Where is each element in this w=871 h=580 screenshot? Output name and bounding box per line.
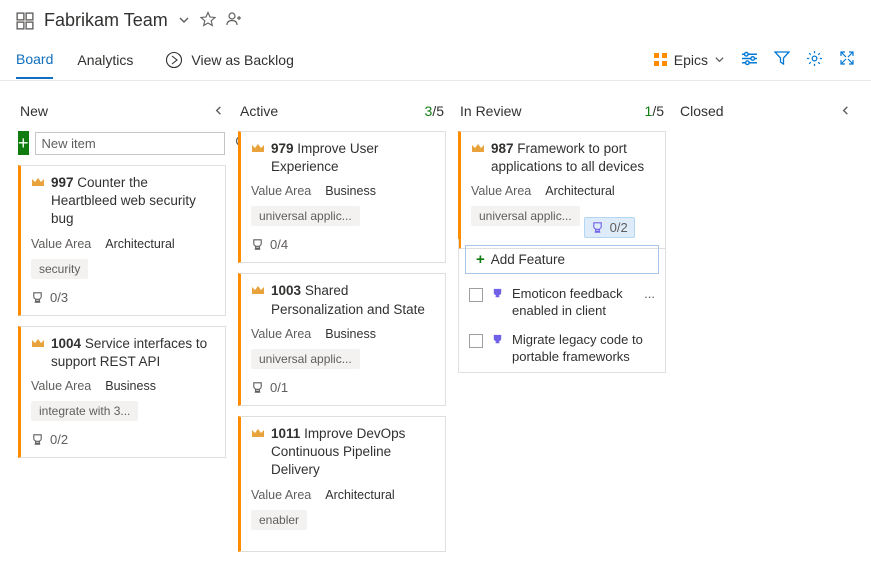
team-members-icon[interactable]: [226, 11, 244, 30]
collapse-column-icon[interactable]: [213, 103, 224, 119]
collapse-column-icon[interactable]: [840, 103, 851, 119]
tag[interactable]: universal applic...: [251, 206, 360, 226]
epic-crown-icon: [251, 141, 265, 176]
child-count[interactable]: 0/4: [251, 237, 435, 252]
tag[interactable]: enabler: [251, 510, 307, 530]
child-title: Emoticon feedback enabled in client: [512, 286, 636, 320]
card-id: 979: [271, 141, 294, 156]
card-997[interactable]: 997 Counter the Heartbleed web security …: [18, 165, 226, 316]
card-1011[interactable]: 1011 Improve DevOps Continuous Pipeline …: [238, 416, 446, 552]
child-count-expanded[interactable]: 0/2: [584, 217, 635, 238]
column-active: Active 3/5 979 Improve User Experience V…: [232, 99, 452, 563]
epic-crown-icon: [31, 336, 45, 371]
value-area-label: Value Area: [471, 184, 531, 198]
value-area-label: Value Area: [31, 237, 91, 251]
value-area: Business: [325, 327, 376, 341]
new-item-button[interactable]: +: [18, 131, 29, 155]
child-items-panel: + Add Feature Emoticon feedback enabled …: [458, 239, 666, 373]
value-area-label: Value Area: [251, 327, 311, 341]
column-new: New + 997 Counter the Heartbleed web sec…: [12, 99, 232, 563]
value-area-label: Value Area: [251, 184, 311, 198]
view-as-backlog-button[interactable]: View as Backlog: [165, 51, 293, 69]
column-in-review: In Review 1/5 987 Framework to port appl…: [452, 99, 672, 563]
value-area: Architectural: [105, 237, 174, 251]
value-area: Business: [105, 379, 156, 393]
card-id: 987: [491, 141, 514, 156]
filter-icon[interactable]: [774, 50, 790, 69]
favorite-star-icon[interactable]: [200, 11, 216, 30]
child-count[interactable]: 0/1: [251, 380, 435, 395]
card-id: 1011: [271, 426, 300, 441]
column-title: Closed: [680, 103, 724, 119]
team-dropdown-icon[interactable]: [178, 13, 190, 29]
value-area-label: Value Area: [31, 379, 91, 393]
wip-count: 3/5: [425, 103, 444, 119]
tag[interactable]: universal applic...: [251, 349, 360, 369]
value-area: Architectural: [325, 488, 394, 502]
epic-crown-icon: [471, 141, 485, 176]
gear-icon[interactable]: [806, 50, 823, 70]
new-item-input[interactable]: [35, 132, 225, 155]
card-id: 1003: [271, 283, 301, 298]
epics-label: Epics: [674, 52, 708, 68]
feature-trophy-icon: [491, 287, 504, 303]
team-title[interactable]: Fabrikam Team: [44, 10, 168, 31]
child-item[interactable]: Emoticon feedback enabled in client ...: [459, 280, 665, 326]
column-title: Active: [240, 103, 278, 119]
epics-selector[interactable]: Epics: [653, 52, 725, 68]
kanban-board: New + 997 Counter the Heartbleed web sec…: [0, 81, 871, 563]
child-title: Migrate legacy code to portable framewor…: [512, 332, 655, 366]
child-item[interactable]: Migrate legacy code to portable framewor…: [459, 326, 665, 372]
card-1004[interactable]: 1004 Service interfaces to support REST …: [18, 326, 226, 458]
tab-analytics[interactable]: Analytics: [77, 42, 133, 78]
card-1003[interactable]: 1003 Shared Personalization and State Va…: [238, 273, 446, 405]
team-icon: [16, 12, 34, 30]
card-id: 1004: [51, 336, 81, 351]
fullscreen-icon[interactable]: [839, 50, 855, 69]
more-icon[interactable]: ...: [644, 286, 655, 301]
feature-trophy-icon: [491, 333, 504, 349]
epic-crown-icon: [31, 175, 45, 229]
checkbox[interactable]: [469, 334, 483, 348]
column-closed: Closed: [672, 99, 859, 563]
card-id: 997: [51, 175, 74, 190]
tab-board[interactable]: Board: [16, 41, 53, 79]
add-feature-label: Add Feature: [491, 252, 565, 267]
tag[interactable]: universal applic...: [471, 206, 580, 226]
value-area-label: Value Area: [251, 488, 311, 502]
view-as-backlog-label: View as Backlog: [191, 52, 293, 68]
card-979[interactable]: 979 Improve User Experience Value AreaBu…: [238, 131, 446, 263]
tag[interactable]: security: [31, 259, 88, 279]
card-title: Framework to port applications to all de…: [491, 141, 644, 174]
settings-sliders-icon[interactable]: [741, 50, 758, 70]
value-area: Architectural: [545, 184, 614, 198]
child-count[interactable]: 0/3: [31, 290, 215, 305]
card-987[interactable]: 987 Framework to port applications to al…: [458, 131, 666, 249]
epic-crown-icon: [251, 283, 265, 318]
wip-count: 1/5: [645, 103, 664, 119]
epic-crown-icon: [251, 426, 265, 480]
column-title: New: [20, 103, 48, 119]
checkbox[interactable]: [469, 288, 483, 302]
tag[interactable]: integrate with 3...: [31, 401, 138, 421]
value-area: Business: [325, 184, 376, 198]
column-title: In Review: [460, 103, 521, 119]
plus-icon: +: [476, 251, 485, 268]
add-feature-button[interactable]: + Add Feature: [465, 245, 659, 274]
child-count[interactable]: 0/2: [31, 432, 215, 447]
